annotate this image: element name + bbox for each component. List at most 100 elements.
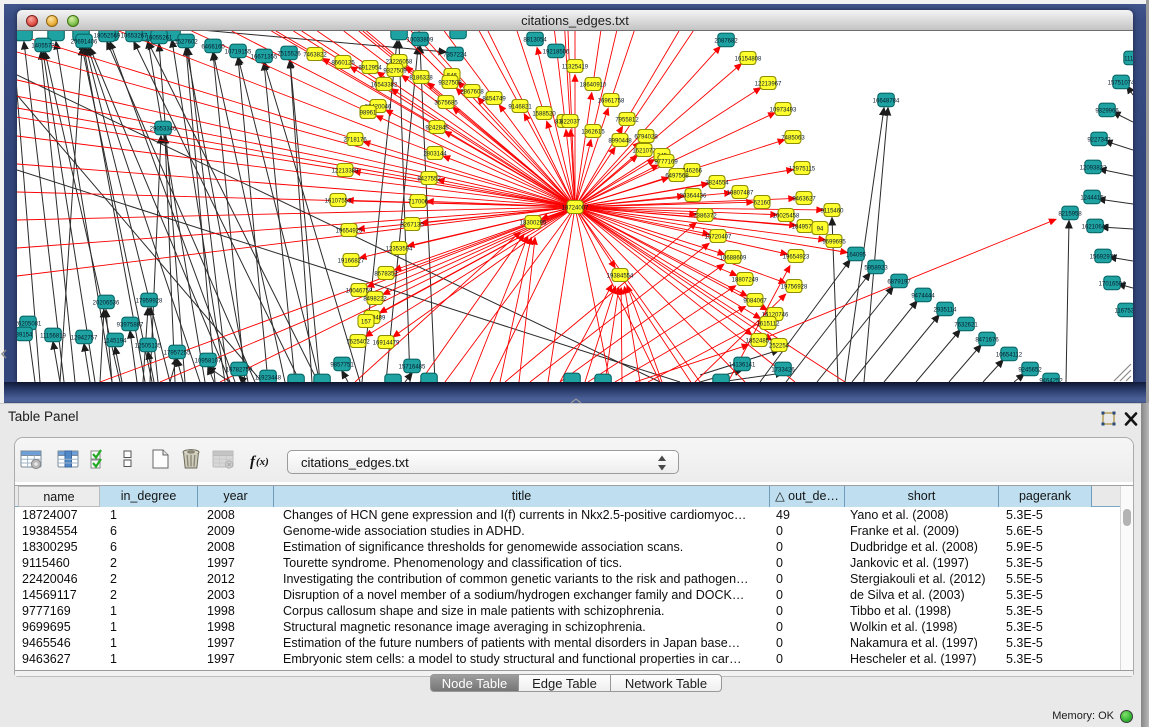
svg-text:9464252: 9464252 — [1039, 378, 1063, 382]
svg-text:17016504: 17016504 — [1099, 281, 1126, 287]
svg-text:16961758: 16961758 — [598, 98, 625, 104]
svg-text:2087682: 2087682 — [714, 38, 738, 44]
svg-text:8678352: 8678352 — [374, 271, 398, 277]
svg-text:93975887: 93975887 — [117, 322, 144, 328]
svg-text:18807249: 18807249 — [732, 277, 759, 283]
svg-text:1615112: 1615112 — [757, 321, 781, 327]
svg-text:1621072: 1621072 — [632, 148, 656, 154]
svg-text:9329966: 9329966 — [1095, 108, 1119, 114]
svg-text:26205081: 26205081 — [17, 321, 42, 327]
svg-text:9146821: 9146821 — [508, 104, 532, 110]
svg-text:9699695: 9699695 — [822, 239, 846, 245]
svg-text:1145194: 1145194 — [104, 338, 128, 344]
svg-text:8186328: 8186328 — [409, 75, 433, 81]
svg-text:10807487: 10807487 — [727, 190, 754, 196]
svg-text:19756928: 19756928 — [781, 284, 808, 290]
svg-text:12353594: 12353594 — [386, 246, 413, 252]
svg-text:62160: 62160 — [754, 200, 771, 206]
svg-text:16210643: 16210643 — [1082, 224, 1109, 230]
svg-text:19654925: 19654925 — [336, 228, 363, 234]
svg-text:2718176: 2718176 — [343, 137, 367, 143]
svg-text:11325419: 11325419 — [562, 64, 589, 70]
svg-text:29053346: 29053346 — [150, 126, 177, 132]
svg-text:16671355: 16671355 — [251, 54, 278, 60]
svg-text:7632621: 7632621 — [954, 322, 978, 328]
svg-text:9245652: 9245652 — [1018, 367, 1042, 373]
svg-text:1588520: 1588520 — [532, 111, 556, 117]
svg-text:822037: 822037 — [560, 119, 581, 125]
svg-text:8813054: 8813054 — [523, 37, 547, 43]
svg-text:12505135: 12505135 — [135, 343, 162, 349]
svg-text:98961: 98961 — [360, 110, 377, 116]
svg-text:1244415: 1244415 — [1080, 195, 1104, 201]
svg-text:17959928: 17959928 — [136, 298, 163, 304]
svg-text:5958923: 5958923 — [864, 265, 888, 271]
svg-text:12942757: 12942757 — [71, 335, 98, 341]
svg-text:19654923: 19654923 — [783, 254, 810, 260]
svg-text:9463627: 9463627 — [792, 196, 816, 202]
svg-text:8498222: 8498222 — [363, 296, 387, 302]
svg-text:16107553: 16107553 — [325, 198, 352, 204]
svg-text:7357224: 7357224 — [443, 52, 467, 58]
svg-text:7625402: 7625402 — [346, 339, 370, 345]
svg-text:3675685: 3675685 — [434, 100, 458, 106]
svg-text:9115460: 9115460 — [821, 208, 845, 214]
svg-text:9084067: 9084067 — [743, 298, 767, 304]
svg-text:8215958: 8215958 — [1058, 211, 1082, 217]
svg-text:19384554: 19384554 — [607, 273, 634, 279]
svg-text:157: 157 — [361, 319, 372, 325]
svg-text:7386372: 7386372 — [693, 213, 717, 219]
svg-text:12093822: 12093822 — [1080, 165, 1107, 171]
svg-text:252254: 252254 — [769, 343, 790, 349]
svg-text:20691406: 20691406 — [71, 39, 98, 45]
svg-text:8471676: 8471676 — [975, 337, 999, 343]
svg-text:8660125: 8660125 — [331, 60, 355, 66]
svg-text:7515526: 7515526 — [277, 51, 301, 57]
svg-text:20206536: 20206536 — [93, 300, 120, 306]
svg-text:8427552: 8427552 — [417, 176, 441, 182]
svg-text:2803144: 2803144 — [423, 151, 447, 157]
svg-text:10958107: 10958107 — [195, 358, 222, 364]
svg-text:10654112: 10654112 — [996, 352, 1023, 358]
svg-text:12975115: 12975115 — [789, 166, 816, 172]
svg-text:17957255: 17957255 — [164, 350, 191, 356]
svg-text:20364436: 20364436 — [680, 193, 707, 199]
svg-text:6466160: 6466160 — [201, 44, 225, 50]
svg-text:7955812: 7955812 — [615, 117, 639, 123]
svg-text:18640910: 18640910 — [580, 82, 607, 88]
svg-text:164095: 164095 — [846, 252, 867, 258]
svg-text:15716485: 15716485 — [399, 364, 426, 370]
svg-text:1167534: 1167534 — [1115, 308, 1133, 314]
svg-text:10973493: 10973493 — [770, 107, 797, 113]
svg-text:10688609: 10688609 — [720, 255, 747, 261]
svg-text:8990448: 8990448 — [608, 138, 632, 144]
svg-text:8267130: 8267130 — [400, 222, 424, 228]
svg-text:94: 94 — [817, 226, 824, 232]
svg-text:8454749: 8454749 — [482, 96, 506, 102]
svg-text:7485063: 7485063 — [781, 135, 805, 141]
svg-text:15751074: 15751074 — [1108, 80, 1133, 86]
svg-text:2867608: 2867608 — [460, 89, 484, 95]
svg-text:19166827: 19166827 — [338, 258, 365, 264]
svg-text:16055261: 16055261 — [146, 35, 173, 41]
svg-text:10719155: 10719155 — [225, 49, 252, 55]
svg-text:11156819: 11156819 — [40, 333, 66, 339]
svg-text:9327509: 9327509 — [383, 68, 407, 74]
svg-text:16648784: 16648784 — [873, 98, 900, 104]
svg-text:9474444: 9474444 — [911, 293, 935, 299]
svg-text:10653267: 10653267 — [121, 33, 148, 39]
svg-text:16782759: 16782759 — [226, 367, 253, 373]
svg-text:1527602: 1527602 — [174, 39, 198, 45]
svg-text:7463822: 7463822 — [303, 52, 327, 58]
svg-text:3824554: 3824554 — [705, 180, 729, 186]
svg-text:9227343: 9227343 — [1087, 137, 1111, 143]
svg-text:9777169: 9777169 — [654, 159, 678, 165]
svg-text:9857751: 9857751 — [330, 362, 354, 368]
svg-text:14136141: 14136141 — [729, 362, 756, 368]
svg-text:15692971: 15692971 — [1090, 254, 1117, 260]
svg-text:39154: 39154 — [17, 332, 33, 338]
svg-text:15720407: 15720407 — [705, 234, 732, 240]
svg-text:18724007: 18724007 — [562, 205, 589, 211]
svg-text:1362615: 1362615 — [581, 129, 605, 135]
svg-text:(x): (x) — [256, 456, 269, 468]
